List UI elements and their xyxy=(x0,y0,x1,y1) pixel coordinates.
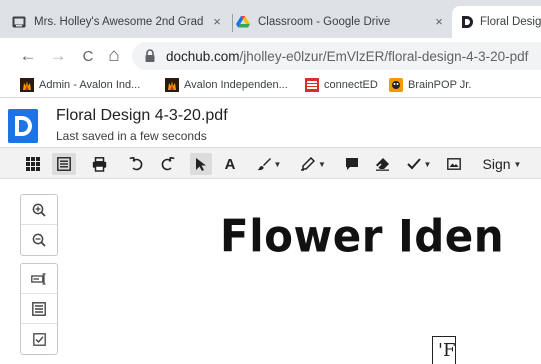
redo-icon xyxy=(161,157,175,171)
highlighter-icon xyxy=(301,157,316,171)
select-tool-button[interactable] xyxy=(190,153,212,175)
zoom-out-icon xyxy=(32,233,46,247)
text-tool-icon: A xyxy=(224,155,236,173)
document-heading: Flower Iden xyxy=(220,210,505,263)
bookmark-label: connectED xyxy=(324,79,378,91)
sign-button[interactable]: Sign ▼ xyxy=(478,153,526,175)
tab-separator xyxy=(232,14,233,32)
draw-tool-button[interactable]: ▼ xyxy=(250,153,288,175)
forward-button[interactable]: → xyxy=(48,46,68,66)
comment-icon xyxy=(346,158,358,170)
print-button[interactable] xyxy=(88,153,110,175)
dochub-logo-icon[interactable] xyxy=(8,109,38,143)
zoom-out-button[interactable] xyxy=(21,225,57,255)
bookmark-brainpop[interactable]: BrainPOP Jr. xyxy=(389,78,471,92)
lock-icon xyxy=(145,49,155,62)
dropdown-caret-icon: ▼ xyxy=(273,159,282,169)
tab-title: Classroom - Google Drive xyxy=(258,16,391,28)
grid-icon xyxy=(26,157,40,171)
document-canvas[interactable]: Flower Iden 'F xyxy=(0,180,541,364)
brainpop-icon xyxy=(389,78,403,92)
save-status: Last saved in a few seconds xyxy=(56,129,207,143)
url-domain: dochub.com xyxy=(166,48,240,64)
avalon-flame-icon xyxy=(20,78,34,92)
sign-label: Sign xyxy=(482,156,511,172)
zoom-in-icon xyxy=(32,203,46,217)
tab-google-drive[interactable]: Classroom - Google Drive × xyxy=(236,6,452,38)
dochub-icon xyxy=(462,16,473,28)
avalon-flame-icon xyxy=(165,78,179,92)
eraser-icon xyxy=(375,158,389,171)
text-area-icon xyxy=(32,301,46,316)
close-icon[interactable]: × xyxy=(432,15,446,29)
tab-title: Floral Desig xyxy=(480,16,541,28)
text-area-button[interactable] xyxy=(21,294,57,324)
tab-title: Mrs. Holley's Awesome 2nd Grad xyxy=(34,16,204,28)
google-drive-icon xyxy=(236,16,250,28)
undo-button[interactable] xyxy=(126,153,146,175)
checkmark-tool-button[interactable]: ▼ xyxy=(402,153,436,175)
field-tools xyxy=(20,263,58,355)
home-icon: ⌂ xyxy=(108,45,120,66)
url-path: /jholley-e0lzur/EmVlzER/floral-design-4-… xyxy=(239,48,529,64)
page-view-button[interactable] xyxy=(52,153,76,175)
editor-toolbar: A ▼ ▼ ▼ Sign ▼ xyxy=(0,147,541,179)
back-arrow-icon: ← xyxy=(19,46,37,65)
redo-button[interactable] xyxy=(158,153,178,175)
reload-icon: C xyxy=(82,47,94,65)
bookmarks-bar: Admin - Avalon Ind... Avalon Independen.… xyxy=(0,74,541,98)
address-bar[interactable]: dochub.com/jholley-e0lzur/EmVlzER/floral… xyxy=(132,42,541,70)
bookmark-label: Admin - Avalon Ind... xyxy=(39,79,141,91)
zoom-controls xyxy=(20,194,58,256)
page-layout-icon xyxy=(57,157,71,171)
tab-strip: Mrs. Holley's Awesome 2nd Grad × Classro… xyxy=(0,0,541,38)
classroom-board-icon xyxy=(12,16,26,28)
image-tool-button[interactable] xyxy=(444,153,464,175)
comment-tool-button[interactable] xyxy=(342,153,362,175)
image-icon xyxy=(447,158,461,170)
undo-icon xyxy=(129,157,143,171)
browser-toolbar: ← → C ⌂ dochub.com/jholley-e0lzur/EmVlzE… xyxy=(0,38,541,74)
bookmark-admin-avalon[interactable]: Admin - Avalon Ind... xyxy=(20,78,140,92)
brush-icon xyxy=(257,158,271,171)
bookmark-label: BrainPOP Jr. xyxy=(408,79,472,91)
bookmark-connected[interactable]: connectED xyxy=(305,78,378,92)
bookmark-avalon-independent[interactable]: Avalon Independen... xyxy=(165,78,288,92)
browser-window: Mrs. Holley's Awesome 2nd Grad × Classro… xyxy=(0,0,541,364)
bookmark-label: Avalon Independen... xyxy=(184,79,288,91)
dropdown-caret-icon: ▼ xyxy=(423,159,432,169)
checkbox-icon xyxy=(32,332,46,346)
dropdown-caret-icon: ▼ xyxy=(318,159,326,169)
tab-classroom[interactable]: Mrs. Holley's Awesome 2nd Grad × xyxy=(12,6,230,38)
close-icon[interactable]: × xyxy=(210,15,224,29)
forward-arrow-icon: → xyxy=(49,46,67,65)
eraser-tool-button[interactable] xyxy=(372,153,392,175)
home-button[interactable]: ⌂ xyxy=(104,45,124,66)
cursor-icon xyxy=(196,157,206,171)
side-panel xyxy=(20,194,58,362)
highlight-tool-button[interactable]: ▼ xyxy=(294,153,332,175)
dropdown-caret-icon: ▼ xyxy=(513,159,522,169)
back-button[interactable]: ← xyxy=(18,46,38,66)
text-tool-button[interactable]: A xyxy=(220,153,240,175)
checkbox-field-button[interactable] xyxy=(21,324,57,354)
tab-dochub-active[interactable]: Floral Desig xyxy=(452,6,541,38)
text-field-icon xyxy=(31,272,46,285)
reload-button[interactable]: C xyxy=(78,46,98,66)
text-field-button[interactable] xyxy=(21,264,57,294)
dochub-header: Floral Design 4-3-20.pdf Last saved in a… xyxy=(0,99,541,147)
connected-icon xyxy=(305,78,319,92)
boxed-letter: 'F xyxy=(432,336,456,364)
checkmark-icon xyxy=(406,158,421,170)
apps-grid-button[interactable] xyxy=(22,153,44,175)
zoom-in-button[interactable] xyxy=(21,195,57,225)
document-title[interactable]: Floral Design 4-3-20.pdf xyxy=(56,107,228,125)
printer-icon xyxy=(92,156,106,172)
